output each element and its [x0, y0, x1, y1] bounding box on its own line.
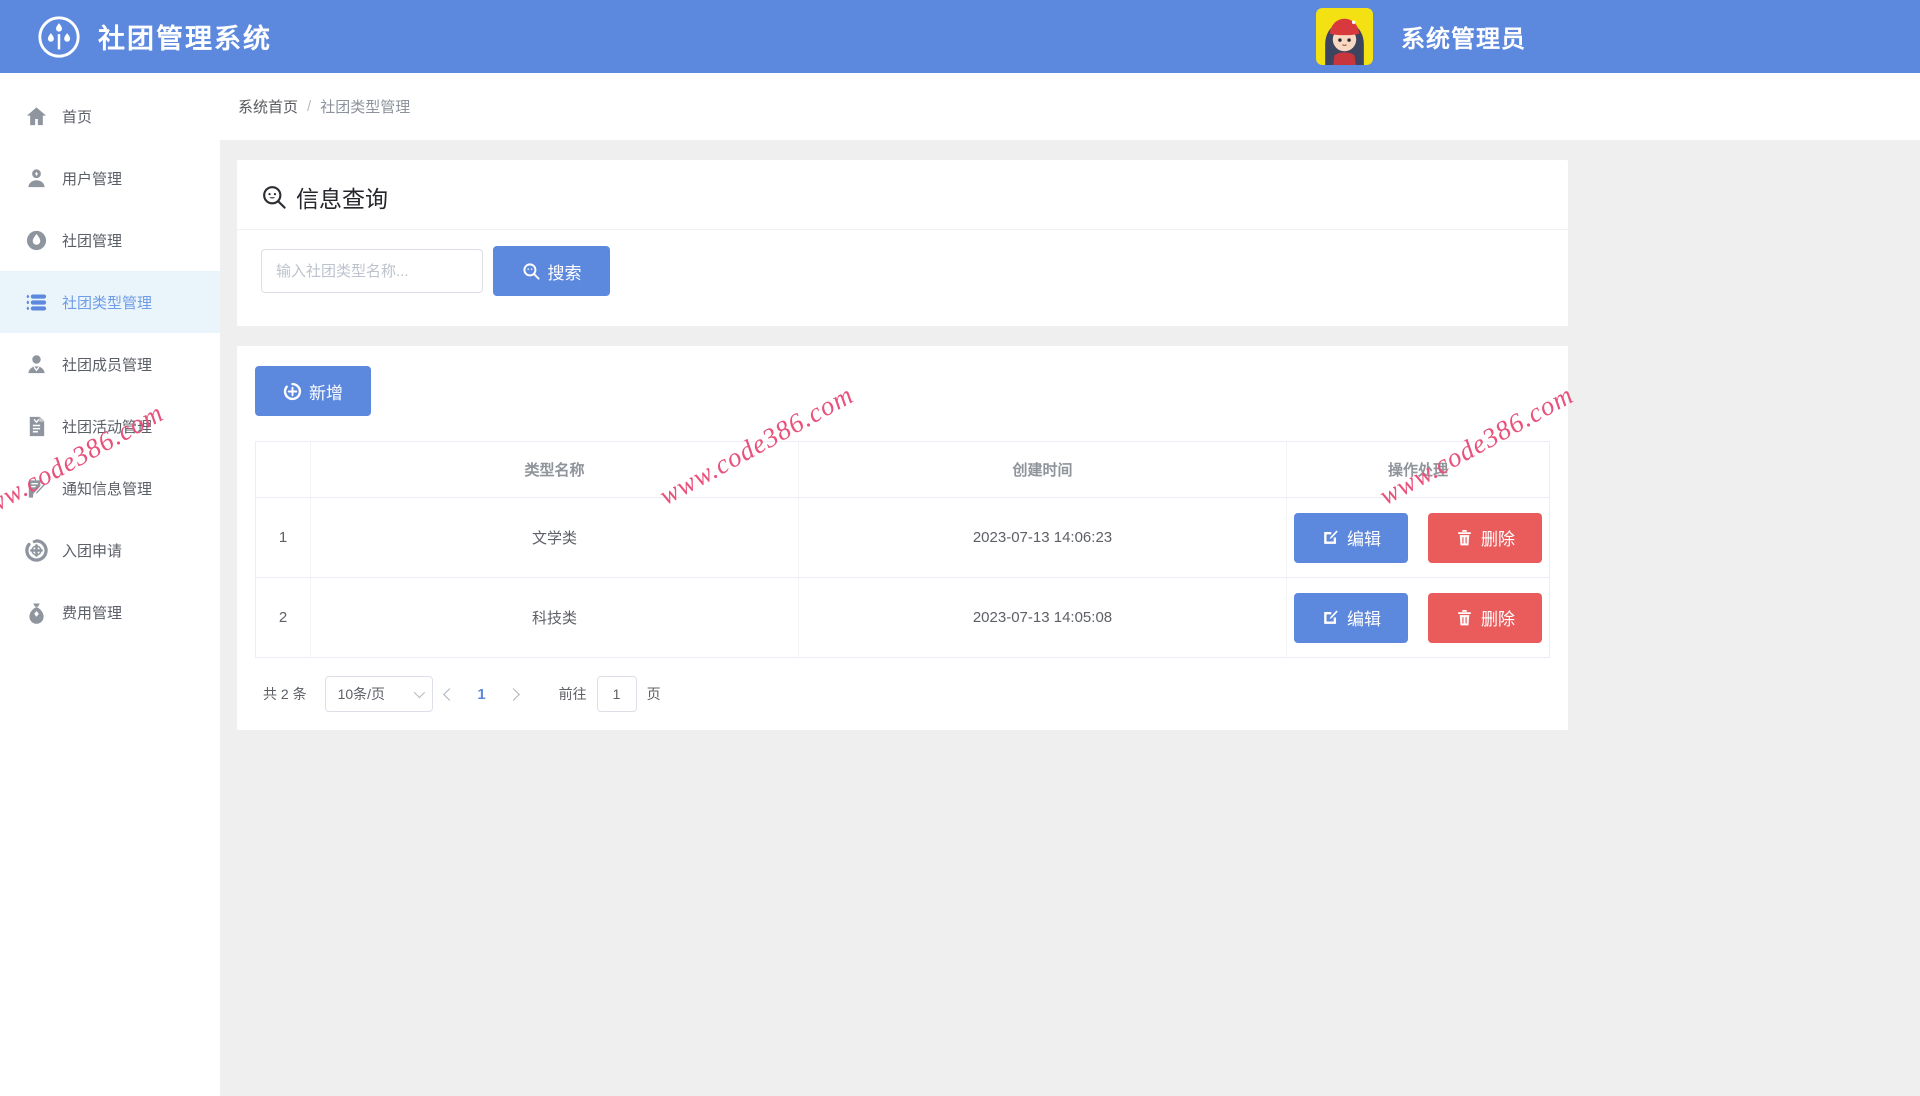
- breadcrumb: 系统首页 / 社团类型管理: [220, 73, 1920, 140]
- cell-type-name: 科技类: [311, 578, 799, 657]
- sidebar-item-join-apply[interactable]: 入团申请: [0, 519, 220, 581]
- club-type-table-card: 新增 类型名称 创建时间 操作处理 1 文学类 2023-07-13 14:06…: [237, 346, 1568, 730]
- next-page-button[interactable]: [497, 676, 531, 712]
- user-block[interactable]: 系统管理员: [1316, 0, 1526, 73]
- table-row: 2 科技类 2023-07-13 14:05:08 编辑 删除: [256, 577, 1549, 657]
- cell-type-name: 文学类: [311, 498, 799, 577]
- app-title: 社团管理系统: [98, 17, 272, 56]
- chevron-right-icon: [507, 688, 520, 701]
- edit-button[interactable]: 编辑: [1294, 513, 1408, 563]
- breadcrumb-home[interactable]: 系统首页: [238, 96, 298, 117]
- money-bag-icon: [25, 601, 48, 624]
- divider: [237, 229, 1568, 230]
- cell-index: 2: [256, 578, 311, 657]
- sidebar-item-notices[interactable]: 通知信息管理: [0, 457, 220, 519]
- user-icon: [25, 167, 48, 190]
- goto-prefix: 前往: [559, 684, 587, 704]
- sidebar-item-label: 用户管理: [62, 168, 122, 189]
- edit-button-label: 编辑: [1347, 605, 1381, 630]
- info-query-title-text: 信息查询: [296, 180, 388, 214]
- sidebar-item-label: 社团类型管理: [62, 292, 152, 313]
- page-size-value: 10条/页: [338, 684, 385, 704]
- sidebar-item-label: 社团活动管理: [62, 416, 152, 437]
- col-header-ops: 操作处理: [1287, 442, 1549, 497]
- magnifier-face-icon: [261, 184, 288, 211]
- cell-operations: 编辑 删除: [1287, 578, 1549, 657]
- cell-created-time: 2023-07-13 14:06:23: [799, 498, 1287, 577]
- delete-button[interactable]: 删除: [1428, 513, 1542, 563]
- trash-icon: [1455, 528, 1474, 547]
- search-icon: [522, 262, 541, 281]
- edit-icon: [1321, 608, 1340, 627]
- col-header-name: 类型名称: [311, 442, 799, 497]
- sidebar: 首页 用户管理 社团管理 社团类型管理 社团成员管理 社团活动管理 通知信息管理…: [0, 73, 220, 1096]
- goto-suffix: 页: [647, 684, 661, 704]
- cell-index: 1: [256, 498, 311, 577]
- add-button-label: 新增: [309, 379, 343, 404]
- delete-button[interactable]: 删除: [1428, 593, 1542, 643]
- edit-note-icon: [25, 477, 48, 500]
- add-button[interactable]: 新增: [255, 366, 371, 416]
- club-type-table: 类型名称 创建时间 操作处理 1 文学类 2023-07-13 14:06:23…: [255, 441, 1550, 658]
- page-size-select[interactable]: 10条/页: [325, 676, 433, 712]
- goto-page-input[interactable]: [597, 676, 637, 712]
- col-header-created: 创建时间: [799, 442, 1287, 497]
- logo-drops-icon: [36, 14, 82, 60]
- avatar[interactable]: [1316, 8, 1373, 65]
- cell-created-time: 2023-07-13 14:05:08: [799, 578, 1287, 657]
- circle-plus-icon: [25, 539, 48, 562]
- search-button[interactable]: 搜索: [493, 246, 610, 296]
- sidebar-item-home[interactable]: 首页: [0, 85, 220, 147]
- col-header-index: [256, 442, 311, 497]
- sidebar-item-club-members[interactable]: 社团成员管理: [0, 333, 220, 395]
- sidebar-item-users[interactable]: 用户管理: [0, 147, 220, 209]
- sidebar-item-label: 费用管理: [62, 602, 122, 623]
- pagination-total: 共 2 条: [263, 684, 307, 704]
- document-icon: [25, 415, 48, 438]
- circle-plus-icon: [283, 382, 302, 401]
- prev-page-button[interactable]: [433, 676, 467, 712]
- edit-button[interactable]: 编辑: [1294, 593, 1408, 643]
- chevron-down-icon: [413, 687, 424, 698]
- cell-operations: 编辑 删除: [1287, 498, 1549, 577]
- chevron-left-icon: [443, 688, 456, 701]
- delete-button-label: 删除: [1481, 605, 1515, 630]
- user-name: 系统管理员: [1401, 19, 1526, 54]
- member-icon: [25, 353, 48, 376]
- search-button-label: 搜索: [548, 259, 582, 284]
- drop-icon: [25, 229, 48, 252]
- top-header: 社团管理系统 系统管理员: [0, 0, 1920, 73]
- current-page[interactable]: 1: [467, 686, 497, 703]
- delete-button-label: 删除: [1481, 525, 1515, 550]
- sidebar-item-label: 社团管理: [62, 230, 122, 251]
- edit-icon: [1321, 528, 1340, 547]
- sidebar-item-label: 入团申请: [62, 540, 122, 561]
- sidebar-item-label: 通知信息管理: [62, 478, 152, 499]
- sidebar-item-fees[interactable]: 费用管理: [0, 581, 220, 643]
- sidebar-item-label: 首页: [62, 106, 92, 127]
- club-type-search-input[interactable]: [261, 249, 483, 293]
- table-header-row: 类型名称 创建时间 操作处理: [256, 442, 1549, 497]
- sidebar-item-label: 社团成员管理: [62, 354, 152, 375]
- breadcrumb-current: 社团类型管理: [320, 96, 410, 117]
- breadcrumb-separator: /: [307, 98, 311, 115]
- sidebar-item-clubs[interactable]: 社团管理: [0, 209, 220, 271]
- home-icon: [25, 105, 48, 128]
- info-query-card: 信息查询 搜索: [237, 160, 1568, 326]
- pagination: 共 2 条 10条/页 1 前往 页: [255, 676, 1550, 712]
- edit-button-label: 编辑: [1347, 525, 1381, 550]
- trash-icon: [1455, 608, 1474, 627]
- info-query-title: 信息查询: [261, 180, 1544, 214]
- sidebar-item-club-activities[interactable]: 社团活动管理: [0, 395, 220, 457]
- sidebar-item-club-types[interactable]: 社团类型管理: [0, 271, 220, 333]
- table-row: 1 文学类 2023-07-13 14:06:23 编辑 删除: [256, 497, 1549, 577]
- list-icon: [25, 291, 48, 314]
